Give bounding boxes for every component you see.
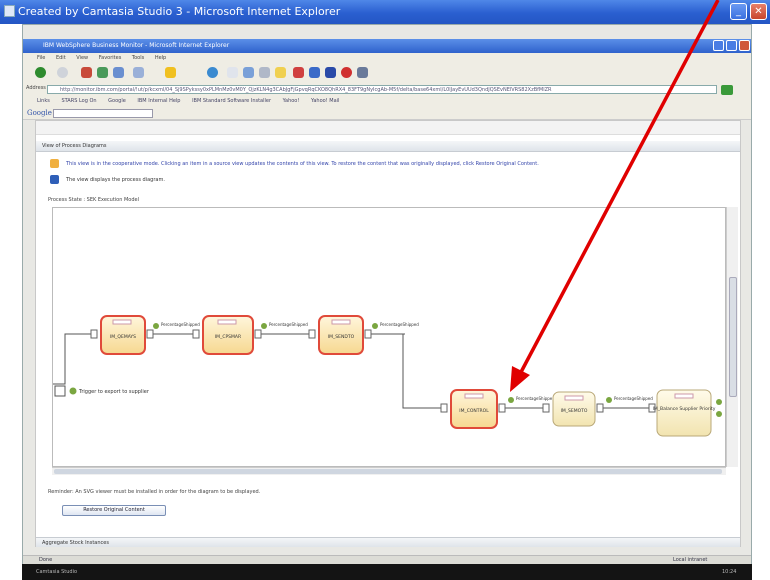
cooperative-mode-icon [50, 159, 59, 168]
outer-close-button[interactable]: ✕ [750, 3, 767, 20]
tools-icon[interactable] [357, 67, 368, 78]
process-node-4: IM_CONTROL PercentageShipped [440, 389, 555, 429]
connector-label-5: PercentageShipped [614, 396, 653, 401]
back-icon[interactable] [35, 67, 46, 78]
process-node-5: IM_SEMOTO PercentageShipped [542, 391, 653, 427]
menu-bar: File Edit View Favorites Tools Help [23, 53, 751, 63]
process-node-6: IM_Balance Supplier Priority [648, 389, 722, 437]
research-icon[interactable] [293, 67, 304, 78]
node-label-3: IM_SENDTO [328, 334, 355, 340]
start-label: Trigger to export to supplier [78, 389, 150, 395]
refresh-icon[interactable] [97, 67, 108, 78]
vertical-scroll-thumb[interactable] [729, 277, 737, 397]
connector-label-2: PercentageShipped [269, 322, 308, 327]
browser-titlebar: IBM WebSphere Business Monitor - Microso… [23, 39, 751, 53]
toolbar [23, 63, 751, 83]
messenger-icon[interactable] [309, 67, 320, 78]
horizontal-scroll-thumb[interactable] [54, 469, 722, 474]
menu-help[interactable]: Help [155, 55, 166, 61]
process-diagram: Trigger to export to supplier IM_QEMAYS … [52, 207, 726, 467]
taskbar-app[interactable]: Camtasia Studio [36, 569, 77, 575]
process-node-1: IM_QEMAYS PercentageShipped [90, 315, 200, 355]
links-bar: Links STARS Log On Google IBM Internal H… [23, 96, 751, 107]
status-bar: Done Local intranet [23, 555, 751, 564]
menu-file[interactable]: File [37, 55, 45, 61]
connector-start-node1 [64, 333, 93, 370]
svg-reminder-text: Reminder: An SVG viewer must be installe… [48, 489, 261, 495]
portlet-top-strip [36, 121, 740, 135]
browser-close-button[interactable] [739, 40, 750, 51]
browser-window: IBM WebSphere Business Monitor - Microso… [22, 24, 752, 564]
node-label-6: IM_Balance Supplier Priority [653, 406, 716, 412]
google-toolbar: Google [23, 107, 751, 120]
info-line-1: This view is in the cooperative mode. Cl… [66, 161, 539, 167]
menu-favorites[interactable]: Favorites [99, 55, 122, 61]
history-icon[interactable] [227, 67, 238, 78]
bluetooth-icon[interactable] [325, 67, 336, 78]
menu-edit[interactable]: Edit [56, 55, 66, 61]
links-label: Links [37, 98, 50, 104]
google-logo: Google [27, 109, 52, 117]
status-strip [35, 547, 741, 555]
status-text: Done [39, 557, 53, 563]
favorites-icon[interactable] [165, 67, 176, 78]
go-button[interactable] [721, 85, 733, 95]
info-icon [50, 175, 59, 184]
info-line-2: The view displays the process diagram. [66, 177, 165, 183]
node-label-5: IM_SEMOTO [561, 408, 588, 414]
menu-view[interactable]: View [76, 55, 88, 61]
outer-window-title: Created by Camtasia Studio 3 - Microsoft… [18, 5, 341, 18]
outer-window-titlebar: Created by Camtasia Studio 3 - Microsoft… [0, 0, 770, 24]
address-bar: Address http://monitor.ibm.com/portal/!u… [23, 83, 751, 96]
link-ibm-software[interactable]: IBM Standard Software Installer [192, 98, 271, 104]
mail-icon[interactable] [243, 67, 254, 78]
google-search-input[interactable] [53, 109, 153, 118]
forward-icon[interactable] [57, 67, 68, 78]
ie-app-icon [4, 5, 15, 17]
process-node-2: IM_CPSMAR PercentageShipped [192, 315, 308, 355]
media-icon[interactable] [207, 67, 218, 78]
print-icon[interactable] [259, 67, 270, 78]
node-label-4: IM_CONTROL [459, 408, 489, 414]
link-yahoo[interactable]: Yahoo! [283, 98, 300, 104]
link-ibm-help[interactable]: IBM Internal Help [137, 98, 180, 104]
browser-title: IBM WebSphere Business Monitor - Microso… [43, 42, 230, 49]
connector-label-3: PercentageShipped [380, 322, 419, 327]
node-label-2: IM_CPSMAR [215, 334, 241, 340]
folder-icon[interactable] [275, 67, 286, 78]
link-yahoo-mail[interactable]: Yahoo! Mail [311, 98, 339, 104]
home-icon[interactable] [113, 67, 124, 78]
connector-label-4: PercentageShipped [516, 396, 555, 401]
aggregate-section-header: Aggregate Stock Instances [36, 537, 740, 547]
stop-icon[interactable] [81, 67, 92, 78]
start-event: Trigger to export to supplier [54, 385, 150, 397]
menu-tools[interactable]: Tools [132, 55, 144, 61]
link-google[interactable]: Google [108, 98, 126, 104]
diagram-horizontal-scrollbar[interactable] [52, 467, 726, 475]
outer-minimize-button[interactable]: _ [730, 3, 747, 20]
process-state: Process State : SEK Execution Model [48, 197, 139, 203]
address-input[interactable]: http://monitor.ibm.com/portal/!ut/p/kcxm… [47, 85, 717, 94]
node-label-1: IM_QEMAYS [110, 334, 136, 340]
search-icon[interactable] [133, 67, 144, 78]
browser-maximize-button[interactable] [726, 40, 737, 51]
connector-label-1: PercentageShipped [161, 322, 200, 327]
diagram-vertical-scrollbar[interactable] [726, 207, 738, 467]
link-stars[interactable]: STARS Log On [61, 98, 96, 104]
address-label: Address [26, 85, 46, 91]
portal-content: View of Process Diagrams This view is in… [35, 120, 741, 547]
section-header: View of Process Diagrams [36, 141, 740, 152]
restore-original-content-button[interactable]: Restore Original Content [62, 505, 166, 516]
taskbar-clock: 10:24 [722, 569, 737, 575]
browser-minimize-button[interactable] [713, 40, 724, 51]
taskbar: Camtasia Studio 10:24 [22, 564, 752, 580]
record-icon[interactable] [341, 67, 352, 78]
